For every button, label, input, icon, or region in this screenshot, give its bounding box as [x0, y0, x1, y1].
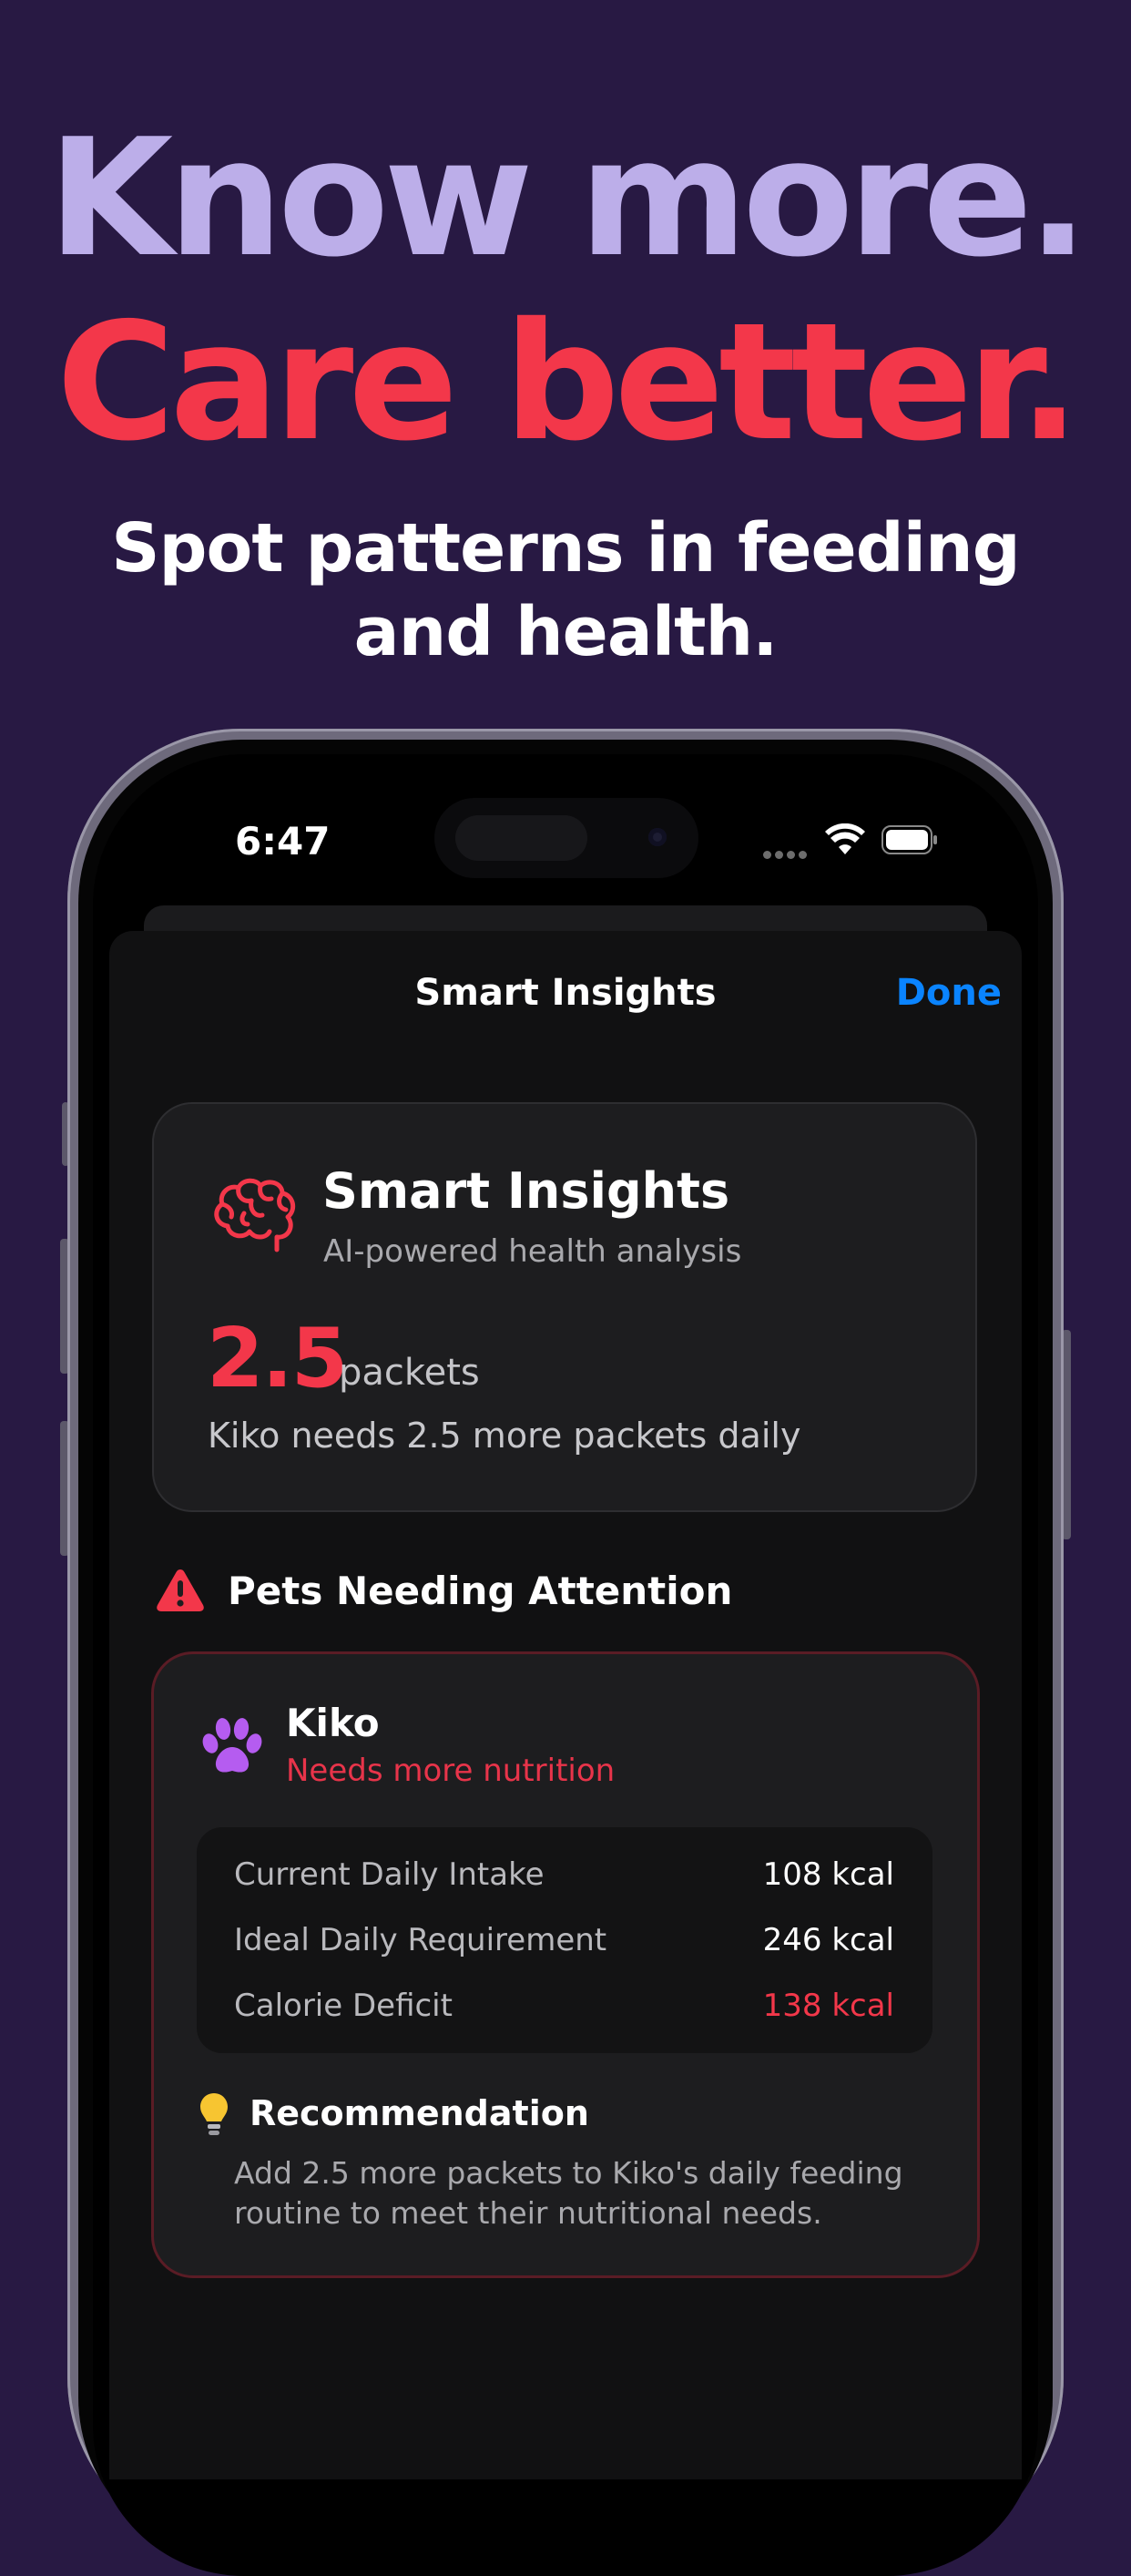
recommendation-title: Recommendation — [250, 2093, 589, 2133]
stat-value-current-intake: 108 kcal — [762, 1856, 894, 1893]
insight-card-title: Smart Insights — [322, 1162, 730, 1220]
lightbulb-icon — [200, 2093, 228, 2135]
cellular-signal-icon — [763, 845, 810, 863]
pets-attention-heading: Pets Needing Attention — [228, 1569, 733, 1613]
hero-subtitle: Spot patterns in feeding and health. — [111, 509, 1020, 671]
insight-card-subtitle: AI-powered health analysis — [323, 1233, 742, 1270]
headline-know-more: Know more. — [47, 104, 1088, 292]
stat-label-ideal-requirement: Ideal Daily Requirement — [234, 1922, 607, 1958]
insight-unit: packets — [339, 1352, 480, 1394]
battery-icon — [881, 825, 937, 854]
wifi-icon — [825, 823, 865, 854]
done-button[interactable]: Done — [874, 969, 1002, 1017]
brain-icon — [214, 1178, 296, 1252]
insight-value: 2.5 — [207, 1311, 348, 1406]
stat-value-calorie-deficit: 138 kcal — [762, 1988, 894, 2024]
headline-care-better: Care better. — [56, 288, 1080, 476]
insight-description: Kiko needs 2.5 more packets daily — [208, 1416, 801, 1456]
front-camera — [648, 828, 667, 846]
dynamic-island-pill — [455, 815, 587, 861]
pet-status: Needs more nutrition — [286, 1753, 616, 1789]
stat-label-current-intake: Current Daily Intake — [234, 1856, 545, 1893]
recommendation-body: Add 2.5 more packets to Kiko's daily fee… — [234, 2155, 903, 2231]
status-bar-time: 6:47 — [235, 819, 331, 864]
pet-name: Kiko — [286, 1701, 380, 1745]
stat-value-ideal-requirement: 246 kcal — [762, 1922, 894, 1958]
warning-icon — [157, 1569, 204, 1611]
paw-icon — [202, 1718, 262, 1773]
stat-label-calorie-deficit: Calorie Deficit — [234, 1988, 453, 2024]
